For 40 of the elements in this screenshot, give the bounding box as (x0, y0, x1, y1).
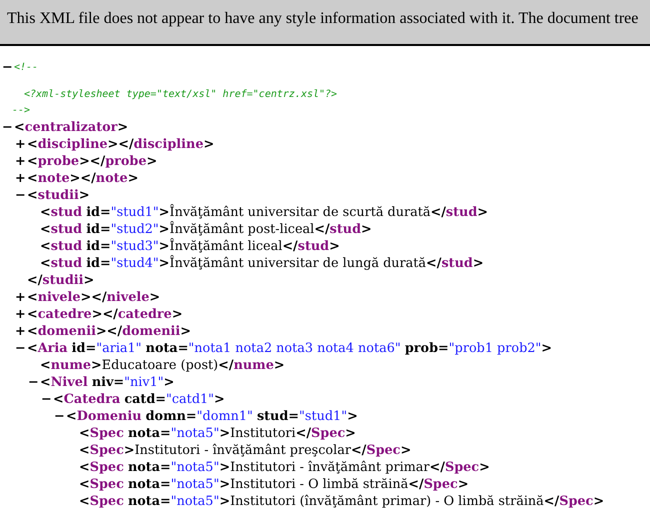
xml-element-line: <discipline></discipline> (27, 136, 214, 153)
xml-element-line: <Spec nota="nota5">Institutori - O limbă străină</Spec> (79, 476, 469, 493)
xml-element-line: <stud id="stud1">Învăţământ universitar de scurtă durată</stud> (40, 204, 488, 221)
xml-comment: <!-- (14, 62, 38, 73)
expand-toggle[interactable]: + (15, 170, 27, 187)
xml-element-line: </studii> (27, 272, 94, 289)
xml-element-line: <nume>Educatoare (post)</nume> (40, 357, 285, 374)
xml-element-line: <centralizator> (14, 119, 128, 136)
xml-comment: --> (12, 104, 30, 116)
collapse-toggle[interactable]: − (41, 391, 53, 408)
xml-element-line: <Domeniu domn="domn1" stud="stud1"> (66, 408, 358, 425)
xml-comment: <?xml-stylesheet type="text/xsl" href="centrz.xsl"?> (24, 88, 338, 100)
collapse-toggle[interactable]: − (2, 59, 14, 76)
xml-element-line: <Aria id="aria1" nota="nota1 nota2 nota3 nota4 nota6" prob="prob1 prob2"> (27, 340, 552, 357)
expand-toggle[interactable]: + (15, 306, 27, 323)
collapse-toggle[interactable]: − (15, 187, 27, 204)
info-message: This XML file does not appear to have any style information associated with it. The document tree (7, 10, 638, 28)
xml-element-line: <stud id="stud2">Învăţământ post-liceal</stud> (40, 221, 372, 238)
expand-toggle[interactable]: + (15, 323, 27, 340)
xml-element-line: <nivele></nivele> (27, 289, 160, 306)
expand-toggle[interactable]: + (15, 153, 27, 170)
xml-element-line: <Spec nota="nota5">Institutori (învăţământ primar) - O limbă străină</Spec> (79, 493, 604, 510)
xml-element-line: <domenii></domenii> (27, 323, 192, 340)
xml-element-line: <catedre></catedre> (27, 306, 183, 323)
xml-element-line: <studii> (27, 187, 90, 204)
xml-element-line: <Spec>Institutori - învăţământ preşcolar</Spec> (79, 442, 412, 459)
collapse-toggle[interactable]: − (28, 374, 40, 391)
expand-toggle[interactable]: + (15, 136, 27, 153)
xml-element-line: <Spec nota="nota5">Institutori</Spec> (79, 425, 356, 442)
xml-element-line: <Catedra catd="catd1"> (53, 391, 225, 408)
xml-element-line: <probe></probe> (27, 153, 158, 170)
xml-element-line: <Spec nota="nota5">Institutori - învăţământ primar</Spec> (79, 459, 490, 476)
xml-element-line: <Nivel niv="niv1"> (40, 374, 174, 391)
xml-element-line: <stud id="stud4">Învăţământ universitar de lungă durată</stud> (40, 255, 484, 272)
collapse-toggle[interactable]: − (15, 340, 27, 357)
xml-element-line: <stud id="stud3">Învăţământ liceal</stud> (40, 238, 340, 255)
xml-element-line: <note></note> (27, 170, 138, 187)
collapse-toggle[interactable]: − (54, 408, 66, 425)
expand-toggle[interactable]: + (15, 289, 27, 306)
collapse-toggle[interactable]: − (2, 119, 14, 136)
